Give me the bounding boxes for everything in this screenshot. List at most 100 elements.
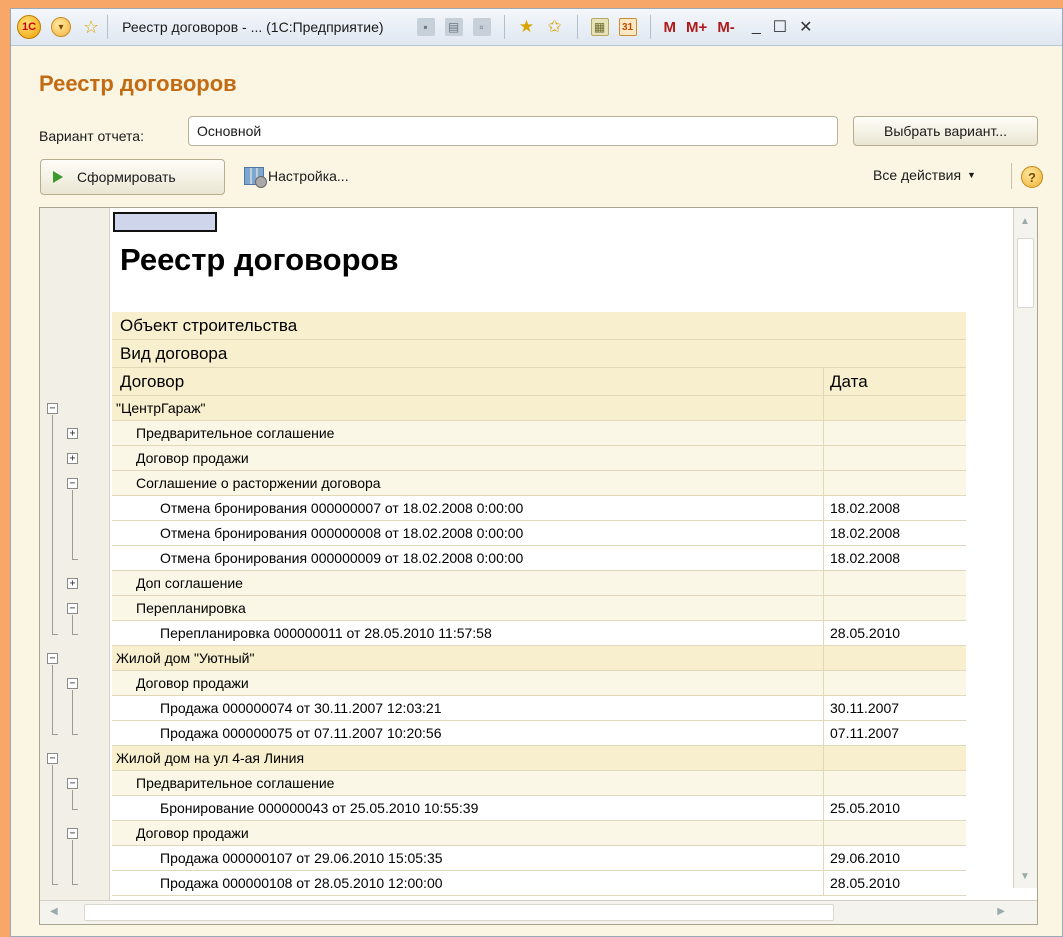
collapse-group-icon[interactable]: − xyxy=(67,478,78,489)
cell-date: 28.05.2010 xyxy=(830,625,901,641)
print-icon[interactable]: ▤ xyxy=(444,18,463,36)
cell-text: Договор продажи xyxy=(112,821,824,845)
header-contract-label: Договор xyxy=(112,368,824,395)
horizontal-scroll-thumb[interactable] xyxy=(84,904,834,921)
group-row-contract-type[interactable]: Доп соглашение xyxy=(112,571,966,596)
tree-line xyxy=(72,840,73,884)
cell-text: Соглашение о расторжении договора xyxy=(112,471,824,495)
scroll-right-icon[interactable]: ▶ xyxy=(997,906,1005,917)
choose-variant-button[interactable]: Выбрать вариант... xyxy=(853,116,1038,146)
selected-cell[interactable] xyxy=(113,212,217,232)
report-spreadsheet[interactable]: − + + − + − − − − − − Реестр договоров Объект стро… xyxy=(39,207,1038,925)
window-title: Реестр договоров - ... (1С:Предприятие) xyxy=(122,19,384,35)
contract-row[interactable]: Отмена бронирования 000000009 от 18.02.2… xyxy=(112,546,966,571)
all-actions-menu[interactable]: Все действия ▼ xyxy=(873,167,976,183)
scroll-down-icon[interactable]: ▼ xyxy=(1020,871,1030,882)
collapse-group-icon[interactable]: − xyxy=(47,753,58,764)
collapse-group-icon[interactable]: − xyxy=(67,828,78,839)
cell-date: 28.05.2010 xyxy=(830,875,901,891)
report-table: Объект строительства Вид договора Догово… xyxy=(112,312,966,896)
close-button[interactable]: ✕ xyxy=(799,17,812,37)
group-row-contract-type[interactable]: Договор продажи xyxy=(112,671,966,696)
group-row-contract-type[interactable]: Перепланировка xyxy=(112,596,966,621)
chevron-down-icon: ▼ xyxy=(967,170,976,180)
group-row-contract-type[interactable]: Соглашение о расторжении договора xyxy=(112,471,966,496)
cell-date xyxy=(824,571,966,595)
group-row-contract-type[interactable]: Предварительное соглашение xyxy=(112,771,966,796)
favorite-star-icon[interactable]: ☆ xyxy=(83,17,99,38)
contract-row[interactable]: Отмена бронирования 000000007 от 18.02.2… xyxy=(112,496,966,521)
collapse-group-icon[interactable]: − xyxy=(47,403,58,414)
favorites-list-icon[interactable]: ✩ xyxy=(546,17,564,36)
main-menu-icon[interactable]: ▾ xyxy=(51,17,71,37)
vertical-scroll-thumb[interactable] xyxy=(1017,238,1034,308)
app-window: 1С ▾ ☆ Реестр договоров - ... (1С:Предпр… xyxy=(10,8,1063,937)
cell-text: Продажа 000000108 от 28.05.2010 12:00:00 xyxy=(112,871,824,895)
tree-line xyxy=(72,809,78,810)
header-contract-type-label: Вид договора xyxy=(120,343,228,363)
cell-text: Перепланировка 000000011 от 28.05.2010 1… xyxy=(112,621,824,645)
cell-date xyxy=(824,421,966,445)
minimize-button[interactable]: _ xyxy=(752,18,761,36)
cell-text: Отмена бронирования 000000007 от 18.02.2… xyxy=(112,496,824,520)
contract-row[interactable]: Продажа 000000107 от 29.06.2010 15:05:35… xyxy=(112,846,966,871)
cell-text: Продажа 000000074 от 30.11.2007 12:03:21 xyxy=(112,696,824,720)
vertical-scrollbar[interactable]: ▲ ▼ xyxy=(1013,208,1037,888)
tree-line xyxy=(52,634,58,635)
cell-text: "ЦентрГараж" xyxy=(112,396,824,420)
toolbar-separator xyxy=(576,15,578,39)
collapse-group-icon[interactable]: − xyxy=(47,653,58,664)
generate-button[interactable]: Сформировать xyxy=(40,159,225,195)
maximize-button[interactable]: ☐ xyxy=(773,17,787,37)
cell-date: 07.11.2007 xyxy=(830,725,900,741)
settings-label: Настройка... xyxy=(268,168,349,184)
collapse-group-icon[interactable]: − xyxy=(67,603,78,614)
variant-label: Вариант отчета: xyxy=(39,128,144,144)
add-favorite-icon[interactable]: ★ xyxy=(518,17,536,36)
form-title: Реестр договоров xyxy=(39,71,237,96)
settings-icon xyxy=(244,167,267,188)
preview-icon[interactable]: ▫ xyxy=(472,18,491,36)
tree-line xyxy=(72,559,78,560)
expand-group-icon[interactable]: + xyxy=(67,428,78,439)
cell-date xyxy=(824,471,966,495)
scroll-left-icon[interactable]: ◀ xyxy=(50,906,58,917)
contract-row[interactable]: Продажа 000000075 от 07.11.2007 10:20:56… xyxy=(112,721,966,746)
tree-line xyxy=(52,415,53,634)
memory-add-button[interactable]: M+ xyxy=(686,19,707,36)
group-row-object[interactable]: "ЦентрГараж" xyxy=(112,396,966,421)
app-logo-icon[interactable]: 1С xyxy=(17,15,41,39)
cell-text: Предварительное соглашение xyxy=(112,771,824,795)
expand-group-icon[interactable]: + xyxy=(67,578,78,589)
cell-date: 18.02.2008 xyxy=(830,525,901,541)
contract-row[interactable]: Продажа 000000074 от 30.11.2007 12:03:21… xyxy=(112,696,966,721)
collapse-group-icon[interactable]: − xyxy=(67,778,78,789)
contract-row[interactable]: Бронирование 000000043 от 25.05.2010 10:… xyxy=(112,796,966,821)
expand-group-icon[interactable]: + xyxy=(67,453,78,464)
group-row-contract-type[interactable]: Договор продажи xyxy=(112,821,966,846)
settings-button[interactable]: Настройка... xyxy=(244,167,349,188)
help-icon[interactable]: ? xyxy=(1021,166,1043,188)
cell-text: Отмена бронирования 000000009 от 18.02.2… xyxy=(112,546,824,570)
tree-line xyxy=(72,884,78,885)
contract-row[interactable]: Продажа 000000108 от 28.05.2010 12:00:00… xyxy=(112,871,966,896)
cell-date xyxy=(824,671,966,695)
contract-row[interactable]: Перепланировка 000000011 от 28.05.2010 1… xyxy=(112,621,966,646)
report-title: Реестр договоров xyxy=(120,242,399,277)
group-row-object[interactable]: Жилой дом на ул 4-ая Линия xyxy=(112,746,966,771)
collapse-group-icon[interactable]: − xyxy=(67,678,78,689)
cell-date: 25.05.2010 xyxy=(830,800,901,816)
memory-button[interactable]: M xyxy=(664,19,677,36)
memory-subtract-button[interactable]: M- xyxy=(717,19,735,36)
save-icon[interactable]: ▪ xyxy=(416,18,435,36)
group-row-object[interactable]: Жилой дом "Уютный" xyxy=(112,646,966,671)
cell-date xyxy=(824,771,966,795)
horizontal-scrollbar[interactable]: ◀ ▶ xyxy=(40,900,1037,924)
group-row-contract-type[interactable]: Предварительное соглашение xyxy=(112,421,966,446)
scroll-up-icon[interactable]: ▲ xyxy=(1020,216,1030,227)
calculator-icon[interactable]: ▦ xyxy=(590,18,609,36)
contract-row[interactable]: Отмена бронирования 000000008 от 18.02.2… xyxy=(112,521,966,546)
calendar-icon[interactable]: 31 xyxy=(618,18,637,36)
variant-input[interactable]: Основной xyxy=(188,116,838,146)
group-row-contract-type[interactable]: Договор продажи xyxy=(112,446,966,471)
